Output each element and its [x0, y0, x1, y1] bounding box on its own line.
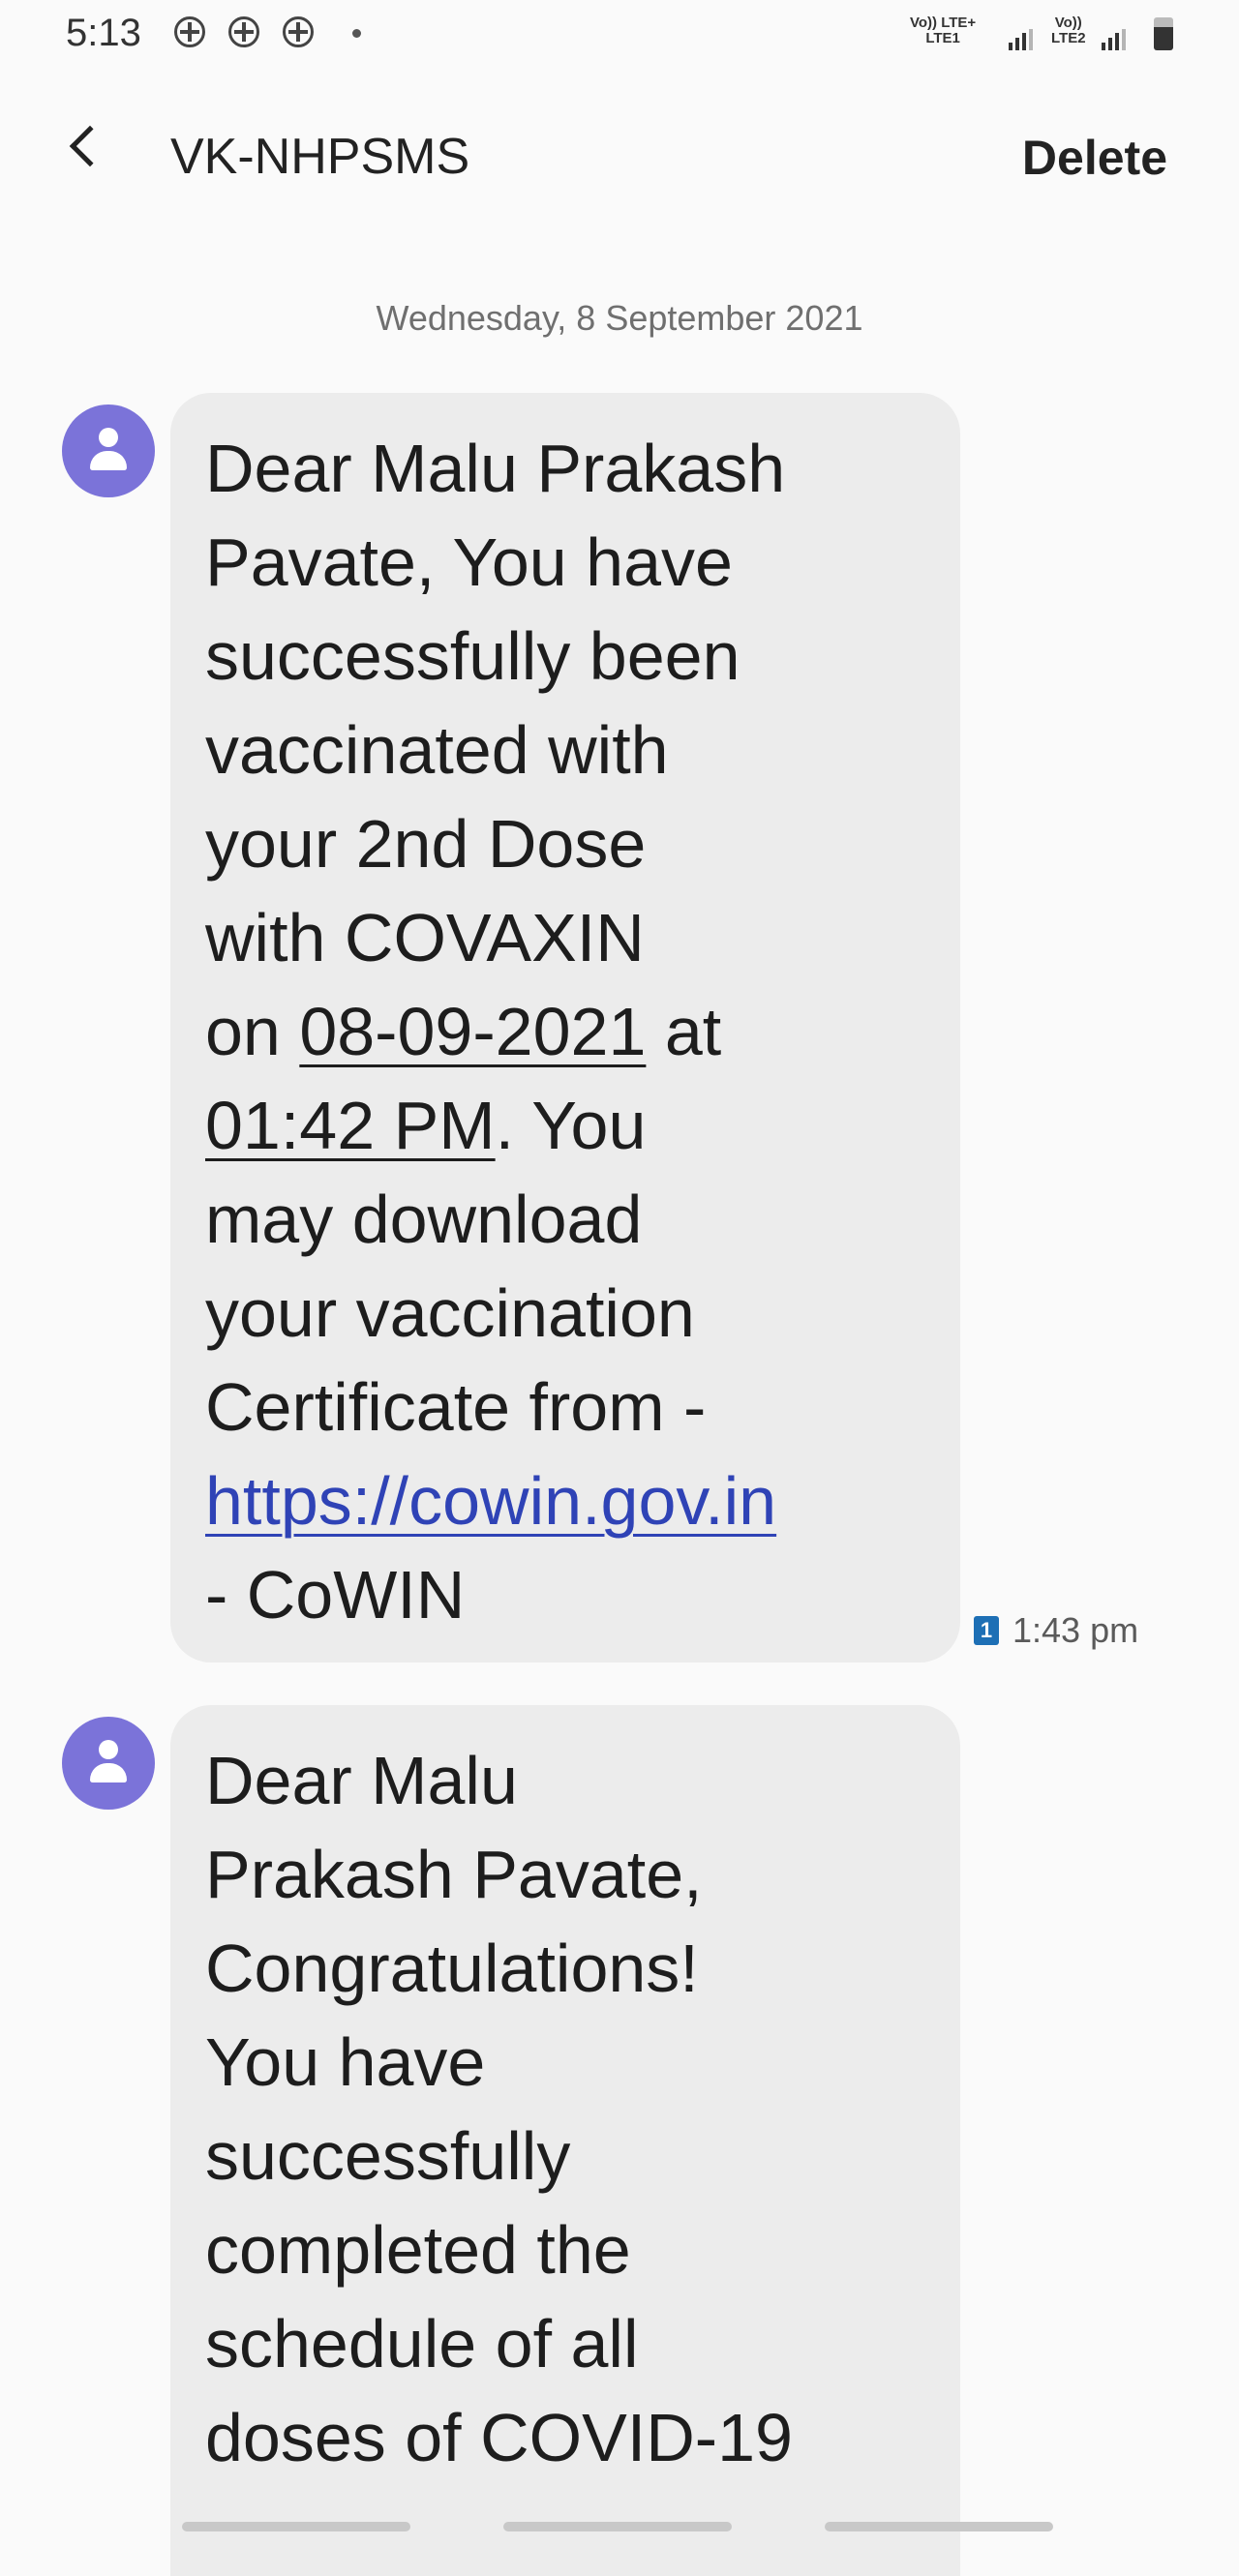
date-link[interactable]: 08-09-2021 [299, 994, 646, 1069]
time-link[interactable]: 01:42 PM [205, 1088, 496, 1163]
delete-button[interactable]: Delete [1022, 130, 1167, 186]
conversation-title: VK-NHPSMS [170, 129, 470, 185]
message-body: Dear Malu Prakash Pavate, You have success… [205, 431, 786, 1632]
status-bar: 5:13 Vo)) LTE+ LTE1 Vo)) LTE2 [0, 0, 1239, 77]
cross-circle-icon [174, 16, 205, 47]
signal-sim1-icon [1009, 29, 1033, 50]
sim2-network-label: Vo)) LTE2 [1051, 15, 1086, 46]
sender-avatar[interactable] [62, 404, 155, 497]
cross-circle-icon [228, 16, 259, 47]
signal-sim2-icon [1102, 29, 1126, 50]
cross-circle-icon [283, 16, 314, 47]
back-arrow-icon[interactable] [69, 125, 111, 167]
message-meta: 1 1:43 pm [974, 1610, 1138, 1651]
more-notifications-dot-icon [352, 29, 361, 38]
message-timestamp: 1:43 pm [1012, 1610, 1139, 1650]
date-separator: Wednesday, 8 September 2021 [376, 298, 863, 338]
battery-icon [1154, 17, 1173, 50]
person-icon [99, 1740, 118, 1759]
message-bubble[interactable]: Dear Malu Prakash Pavate, You have success… [170, 393, 960, 1662]
nav-home-button[interactable] [503, 2522, 732, 2531]
nav-recents-button[interactable] [182, 2522, 410, 2531]
person-icon [99, 428, 118, 447]
sim1-badge-icon: 1 [974, 1616, 999, 1645]
status-time: 5:13 [66, 12, 141, 54]
message-body: Dear Malu Prakash Pavate, Congratulations!… [205, 1743, 793, 2475]
sender-avatar[interactable] [62, 1717, 155, 1810]
cowin-url-link[interactable]: https://cowin.gov.in [205, 1463, 776, 1539]
nav-back-button[interactable] [825, 2522, 1053, 2531]
message-bubble[interactable]: Dear Malu Prakash Pavate, Congratulations!… [170, 1705, 960, 2576]
sim1-network-label: Vo)) LTE+ LTE1 [910, 15, 977, 46]
